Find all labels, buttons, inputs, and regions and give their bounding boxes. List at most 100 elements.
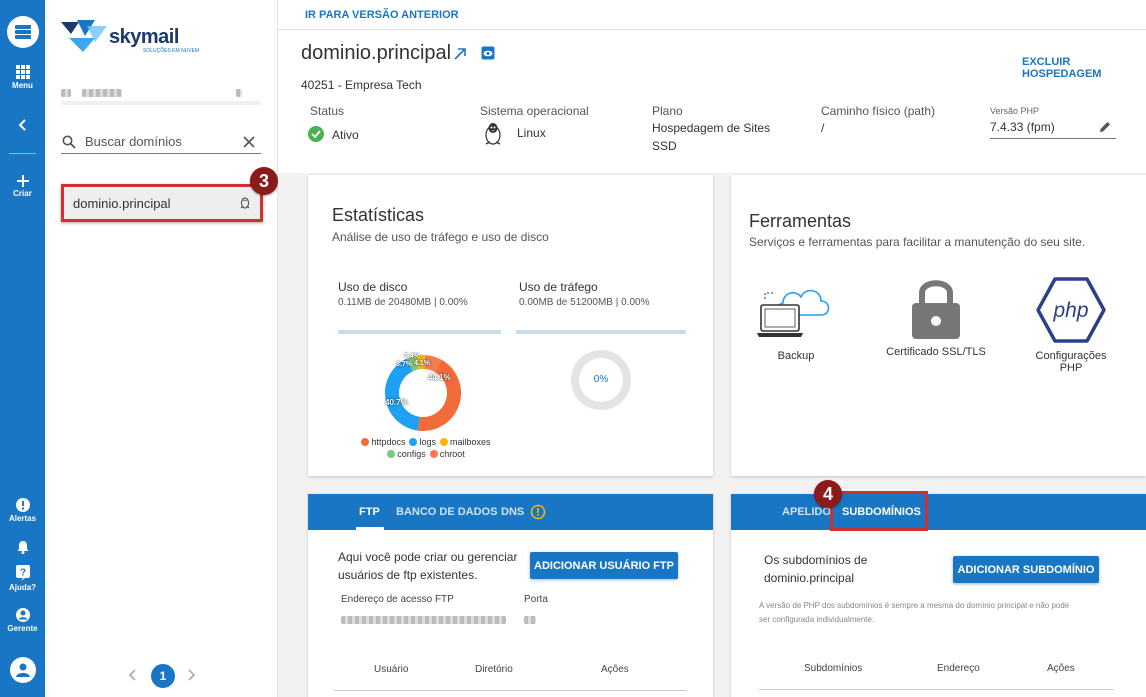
legend-item-mailboxes[interactable]: mailboxes <box>440 437 491 448</box>
col-header-directory: Diretório <box>475 664 513 675</box>
preview-icon[interactable] <box>481 46 495 60</box>
collapse-button[interactable] <box>0 119 45 131</box>
server-icon <box>6 16 39 48</box>
next-page-icon[interactable] <box>183 667 199 683</box>
help-button[interactable]: ? Ajuda? <box>0 565 45 592</box>
redacted-bar <box>61 101 261 105</box>
page-1-button[interactable]: 1 <box>151 664 175 688</box>
plus-icon <box>16 175 29 187</box>
top-bar: IR PARA VERSÃO ANTERIOR <box>278 0 1146 30</box>
ftp-card: FTP BANCO DE DADOS DNS Aqui você pode cr… <box>308 494 713 697</box>
legend-dot-chroot <box>429 450 438 458</box>
alerts-button[interactable]: Alertas <box>0 498 45 523</box>
account-info-redacted <box>61 86 242 100</box>
ssl-certificate-tool[interactable]: Certificado SSL/TLS <box>881 275 991 358</box>
apps-menu-button[interactable] <box>0 16 45 48</box>
status-value: Ativo <box>332 128 359 142</box>
subdomains-card: APELIDO SUBDOMÍNIOS 4 Os subdomínios de … <box>731 480 1146 697</box>
disk-usage-bar <box>338 330 501 334</box>
manager-label: Gerente <box>7 624 38 633</box>
tools-title: Ferramentas <box>749 211 852 231</box>
legend-dot-httpdocs <box>361 438 370 446</box>
php-logo-text: php <box>1052 299 1088 322</box>
user-circle-icon <box>15 608 30 622</box>
tab-database[interactable]: BANCO DE DADOS <box>396 506 497 518</box>
plan-label: Plano <box>652 104 683 118</box>
os-value: Linux <box>517 126 546 140</box>
avatar <box>9 657 36 683</box>
tools-subtitle: Serviços e ferramentas para facilitar a … <box>749 235 1086 249</box>
menu-button[interactable]: Menu <box>0 65 45 90</box>
legend-item-chroot[interactable]: chroot <box>429 449 465 460</box>
add-ftp-user-button[interactable]: ADICIONAR USUÁRIO FTP <box>530 552 678 579</box>
left-rail: Menu Criar Alertas ? Ajuda? Gerente <box>0 0 45 697</box>
annotation-badge-3: 3 <box>250 167 278 195</box>
linux-icon <box>240 197 250 209</box>
legend-item-httpdocs[interactable]: httpdocs <box>361 437 405 448</box>
os-label: Sistema operacional <box>480 104 589 118</box>
delete-hosting-button[interactable]: EXCLUIR HOSPEDAGEM <box>1022 56 1146 80</box>
warning-icon <box>530 504 546 520</box>
help-icon: ? <box>15 565 30 581</box>
edit-pencil-icon[interactable] <box>1098 120 1112 134</box>
tab-ftp[interactable]: FTP <box>359 506 380 518</box>
check-circle-icon <box>308 126 324 142</box>
brand-tagline: SOLUÇÕES EM NUVEM <box>143 48 200 54</box>
ftp-address-label: Endereço de acesso FTP <box>341 594 454 605</box>
legend-label-configs: configs <box>397 449 426 459</box>
pie-label-small-3: 4.1% <box>414 360 430 367</box>
bell-icon <box>17 541 28 554</box>
php-version-field[interactable]: 7.4.33 (fpm) <box>990 118 1116 139</box>
domain-list-item[interactable]: dominio.principal <box>61 184 263 222</box>
ssl-certificate-label: Certificado SSL/TLS <box>886 346 986 358</box>
legend-item-logs[interactable]: logs <box>409 437 436 448</box>
page-title: dominio.principal <box>301 42 452 64</box>
legend-item-configs[interactable]: configs <box>387 449 426 460</box>
search-input[interactable] <box>85 134 235 149</box>
manager-button[interactable]: Gerente <box>0 608 45 633</box>
subdomain-description-line-2: dominio.principal <box>764 571 855 585</box>
previous-version-link[interactable]: IR PARA VERSÃO ANTERIOR <box>305 9 459 21</box>
clear-search-icon[interactable] <box>243 136 255 148</box>
pie-label-logs: 40.7% <box>385 398 408 407</box>
pie-label-httpdocs: 44.1% <box>428 373 451 382</box>
legend-dot-configs <box>387 450 396 458</box>
ftp-port-redacted <box>524 613 536 627</box>
alert-icon <box>15 498 30 512</box>
col-header-user: Usuário <box>374 664 409 675</box>
tools-card: Ferramentas Serviços e ferramentas para … <box>731 175 1146 476</box>
path-label: Caminho físico (path) <box>821 104 936 118</box>
brand-name: skymail <box>109 26 179 48</box>
notifications-button[interactable] <box>0 540 45 554</box>
php-config-tool[interactable]: php Configurações PHP <box>1023 277 1119 374</box>
disk-usage-detail: 0.11MB de 20480MB | 0.00% <box>338 297 468 308</box>
user-icon <box>15 663 30 677</box>
backup-tool[interactable]: Backup <box>755 277 837 362</box>
search-icon <box>62 135 76 149</box>
open-external-icon[interactable] <box>453 47 467 61</box>
php-version-label: Versão PHP <box>990 106 1040 116</box>
php-config-label: Configurações PHP <box>1035 350 1107 374</box>
prev-page-icon[interactable] <box>125 667 141 683</box>
traffic-percentage: 0% <box>593 374 609 385</box>
ftp-description-line-1: Aqui você pode criar ou gerenciar <box>338 550 518 564</box>
tab-dns[interactable]: DNS <box>501 506 524 518</box>
domain-sidebar: skymail SOLUÇÕES EM NUVEM dominio.princi… <box>45 0 278 697</box>
subdomain-tabs: APELIDO SUBDOMÍNIOS <box>731 494 1146 530</box>
annotation-highlight-subdomains <box>830 491 928 531</box>
tab-alias[interactable]: APELIDO <box>782 506 831 518</box>
col-header-address: Endereço <box>937 663 980 674</box>
traffic-usage-bar <box>516 330 686 334</box>
domain-search <box>61 130 261 154</box>
create-button[interactable]: Criar <box>0 175 45 198</box>
statistics-card: Estatísticas Análise de uso de tráfego e… <box>308 175 713 476</box>
main-content: IR PARA VERSÃO ANTERIOR dominio.principa… <box>278 0 1146 697</box>
disk-usage-title: Uso de disco <box>338 280 408 294</box>
menu-label: Menu <box>12 81 33 90</box>
profile-button[interactable] <box>0 657 45 683</box>
legend-label-mailboxes: mailboxes <box>450 437 491 447</box>
statistics-title: Estatísticas <box>332 205 425 225</box>
legend-dot-mailboxes <box>440 438 448 446</box>
pie-label-small-2: 3.7% <box>396 361 412 368</box>
add-subdomain-button[interactable]: ADICIONAR SUBDOMÍNIO <box>953 556 1099 583</box>
